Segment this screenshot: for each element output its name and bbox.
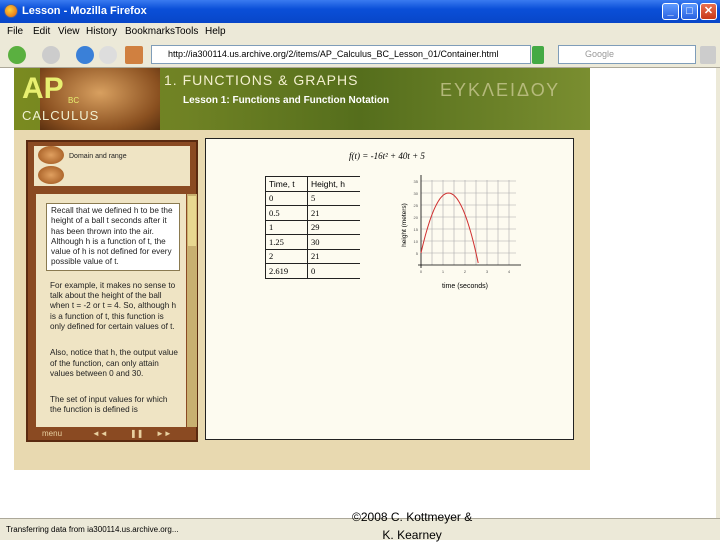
height-graph: 5 10 15 20 25 30 35 0 1 2 3 4 time (seconds) height (…: [401, 175, 521, 290]
menu-edit[interactable]: Edit: [33, 26, 50, 37]
bead-icon: [38, 146, 64, 164]
y-tick-label: 5: [416, 251, 419, 256]
table-row: 2.619 0: [265, 263, 360, 279]
reload-icon[interactable]: [76, 46, 94, 64]
menu-button[interactable]: menu: [42, 429, 62, 438]
x-tick-label: 2: [464, 269, 467, 274]
table-cell: 29: [307, 219, 360, 235]
table-cell: 0: [265, 190, 308, 206]
copyright: ©2008 C. Kottmeyer & K. Kearney: [352, 508, 472, 544]
y-tick-label: 25: [414, 203, 419, 208]
bc-logo: BC: [68, 96, 80, 105]
menu-bar: File Edit View History Bookmarks Tools H…: [0, 23, 720, 41]
table-cell: 5: [307, 190, 360, 206]
paragraph: For example, it makes no sense to talk a…: [50, 280, 177, 331]
rewind-button[interactable]: ◄◄: [92, 429, 108, 438]
recall-box: Recall that we defined h to be the heigh…: [46, 203, 180, 271]
x-tick-label: 3: [486, 269, 489, 274]
search-input[interactable]: Google: [558, 45, 696, 64]
table-cell: 2: [265, 248, 308, 264]
greek-title: ΕΥΚΛΕΙΔΟΥ: [440, 80, 561, 100]
status-text: Transferring data from ia300114.us.archi…: [6, 525, 179, 534]
table-cell: 1: [265, 219, 308, 235]
table-cell: 30: [307, 234, 360, 250]
menu-history[interactable]: History: [86, 26, 117, 37]
formula: f(t) = -16t² + 40t + 5: [349, 151, 425, 161]
y-tick-label: 10: [414, 239, 419, 244]
ap-logo: AP: [22, 72, 64, 105]
height-curve: [420, 192, 479, 264]
x-axis-label: time (seconds): [442, 283, 488, 290]
table-row: 1.25 30: [265, 234, 360, 250]
table-header: Time, t: [265, 176, 308, 192]
title-bar: Lesson - Mozilla Firefox _ □ ✕: [0, 0, 720, 23]
x-tick-label: 0: [420, 269, 423, 274]
table-cell: 0.5: [265, 205, 308, 221]
menu-bookmarks[interactable]: Bookmarks: [125, 26, 175, 37]
stop-icon[interactable]: [99, 46, 117, 64]
maximize-button[interactable]: □: [681, 3, 698, 20]
firefox-icon: [4, 4, 18, 18]
sidebar-title: Domain and range: [69, 153, 127, 160]
table-header: Height, h: [307, 176, 360, 192]
copyright-line: ©2008 C. Kottmeyer &: [352, 510, 473, 524]
y-axis-label: height (meters): [401, 203, 408, 247]
copyright-line: K. Kearney: [382, 528, 442, 542]
table-row: 05: [265, 190, 360, 206]
time-height-table: Time, t Height, h 0 5 0.5 21 1 29 1.25 30 2 21 2.61…: [265, 176, 360, 279]
forward-icon[interactable]: [42, 46, 60, 64]
menu-tools[interactable]: Tools: [175, 26, 198, 37]
forward-button[interactable]: ►►: [156, 429, 172, 438]
go-icon[interactable]: [532, 46, 544, 64]
menu-file[interactable]: File: [7, 26, 23, 37]
table-cell: 21: [307, 248, 360, 264]
bead-icon: [38, 166, 64, 184]
url-input[interactable]: http://ia300114.us.archive.org/2/items/A…: [151, 45, 531, 64]
table-cell: 0: [307, 263, 360, 279]
y-tick-label: 20: [414, 215, 419, 220]
search-icon[interactable]: [700, 46, 716, 64]
close-button[interactable]: ✕: [700, 3, 717, 20]
table-row: 1 29: [265, 219, 360, 235]
sidebar-text: Recall that we defined h to be the heigh…: [36, 194, 186, 427]
unit-title: 1. FUNCTIONS & GRAPHS: [164, 72, 359, 88]
table-cell: 21: [307, 205, 360, 221]
y-tick-label: 35: [414, 179, 419, 184]
x-tick-label: 4: [508, 269, 511, 274]
window-title: Lesson - Mozilla Firefox: [22, 5, 147, 17]
table-cell: 2.619: [265, 263, 308, 279]
table-cell: 1.25: [265, 234, 308, 250]
y-tick-label: 15: [414, 227, 419, 232]
paragraph: Also, notice that h, the output value of…: [50, 348, 178, 378]
playback-controls: menu ◄◄ ❚❚ ►►: [32, 428, 192, 441]
menu-help[interactable]: Help: [205, 26, 226, 37]
y-tick-label: 30: [414, 191, 419, 196]
x-tick-label: 1: [442, 269, 445, 274]
scrollbar-thumb[interactable]: [188, 196, 196, 246]
paragraph: The set of input values for which the fu…: [50, 395, 168, 415]
calculus-logo: CALCULUS: [22, 108, 100, 123]
table-row: 0.5 21: [265, 205, 360, 221]
table-row: 2 21: [265, 248, 360, 264]
lesson-title: Lesson 1: Functions and Function Notatio…: [183, 95, 390, 106]
pause-button[interactable]: ❚❚: [130, 429, 143, 438]
back-icon[interactable]: [8, 46, 26, 64]
minimize-button[interactable]: _: [662, 3, 679, 20]
menu-view[interactable]: View: [58, 26, 80, 37]
home-icon[interactable]: [125, 46, 143, 64]
